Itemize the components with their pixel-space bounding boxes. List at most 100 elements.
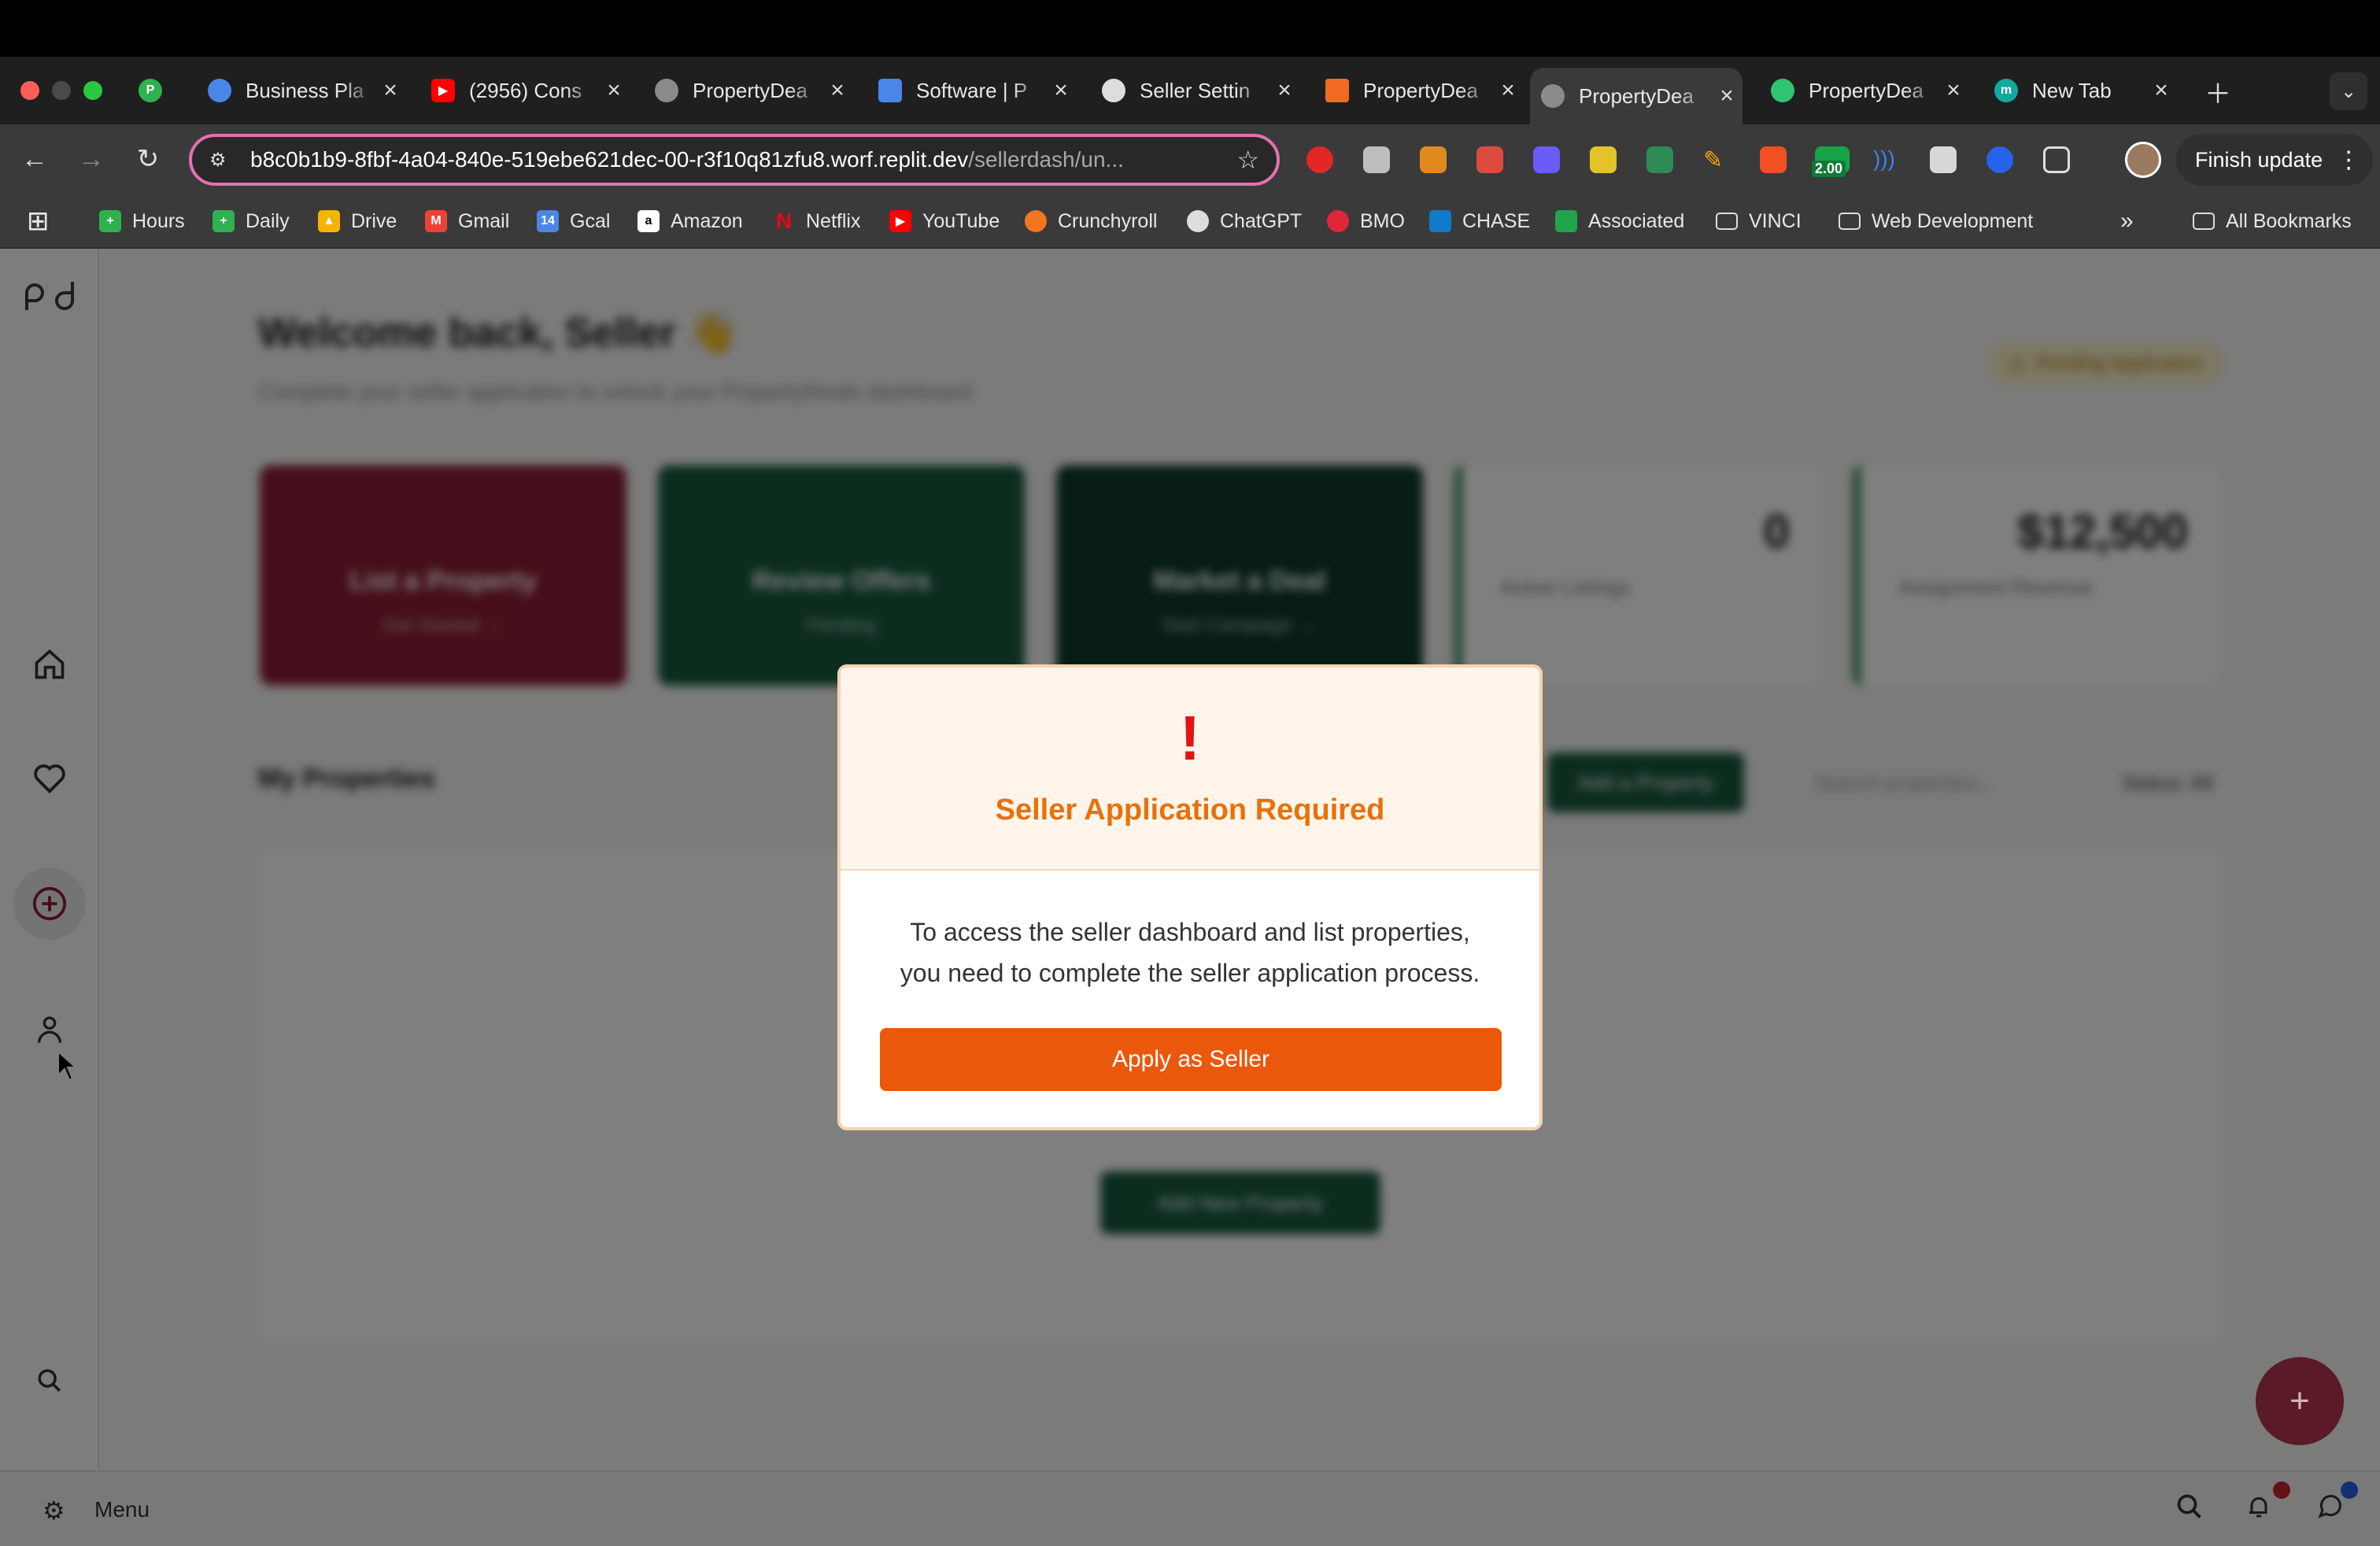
- bookmark-bmo[interactable]: BMO: [1327, 203, 1405, 239]
- pen-icon[interactable]: ✎: [1703, 146, 1730, 173]
- bookmark-folder-vinci[interactable]: VINCI: [1716, 203, 1802, 239]
- more-icon[interactable]: ⋮: [2337, 146, 2360, 174]
- tab-title: Seller Settin: [1140, 78, 1251, 102]
- crunchyroll-icon: [1025, 210, 1047, 232]
- floating-add-button[interactable]: +: [2256, 1357, 2344, 1445]
- docs-icon: [878, 79, 902, 102]
- extension-icon[interactable]: [1420, 146, 1447, 173]
- chase-icon: [1429, 210, 1451, 232]
- close-icon[interactable]: ×: [1711, 83, 1743, 109]
- close-icon[interactable]: ×: [375, 77, 406, 104]
- site-info-icon[interactable]: ⚙: [209, 149, 227, 172]
- sheets-icon: +: [213, 210, 235, 232]
- puzzle-icon[interactable]: [2043, 146, 2070, 173]
- bookmark-crunchyroll[interactable]: Crunchyroll: [1025, 203, 1157, 239]
- alert-exclamation-icon: !: [1179, 703, 1201, 773]
- modal-header: ! Seller Application Required: [841, 668, 1539, 871]
- close-icon[interactable]: ×: [1269, 77, 1300, 104]
- modal-message: To access the seller dashboard and list …: [900, 918, 1480, 987]
- reload-icon[interactable]: ↻: [129, 140, 167, 178]
- minimize-window-button[interactable]: [52, 81, 71, 100]
- bolt-icon: [1771, 79, 1794, 102]
- tab-6[interactable]: PropertyDea ×: [1314, 68, 1524, 113]
- tab-2[interactable]: ▶ (2956) Cons ×: [420, 68, 630, 113]
- more-bookmarks-icon[interactable]: »: [2120, 203, 2134, 239]
- tab-title: Business Pla: [246, 78, 364, 102]
- extension-icon[interactable]: [1986, 146, 2013, 173]
- tab-8[interactable]: PropertyDea ×: [1760, 68, 1969, 113]
- address-bar[interactable]: ⚙ b8c0b1b9-8fbf-4a04-840e-519ebe621dec-0…: [189, 134, 1280, 186]
- tab-7-active[interactable]: PropertyDea ×: [1530, 68, 1743, 124]
- amazon-icon: a: [638, 210, 660, 232]
- forward-icon[interactable]: →: [72, 140, 110, 178]
- tab-5[interactable]: Seller Settin ×: [1091, 68, 1300, 113]
- close-icon[interactable]: ×: [822, 77, 853, 104]
- close-icon[interactable]: ×: [1938, 77, 1969, 104]
- bookmark-netflix[interactable]: N Netflix: [773, 203, 861, 239]
- bmo-icon: [1327, 210, 1349, 232]
- bookmark-chatgpt[interactable]: ChatGPT: [1187, 203, 1302, 239]
- apply-as-seller-button[interactable]: Apply as Seller: [880, 1028, 1502, 1091]
- extension-icon[interactable]: [1363, 146, 1390, 173]
- tab-title: PropertyDea: [1363, 78, 1478, 102]
- wifi-icon[interactable]: ))): [1873, 146, 1900, 173]
- bookmark-chase[interactable]: CHASE: [1429, 203, 1530, 239]
- bookmark-folder-web-development[interactable]: Web Development: [1839, 203, 2033, 239]
- bookmark-star-icon[interactable]: ☆: [1236, 145, 1259, 175]
- all-bookmarks[interactable]: All Bookmarks: [2193, 203, 2352, 239]
- figma-icon: [1325, 79, 1349, 102]
- tab-title: New Tab: [2032, 78, 2112, 102]
- calendar-icon: 14: [537, 210, 559, 232]
- bookmark-amazon[interactable]: a Amazon: [638, 203, 743, 239]
- back-icon[interactable]: ←: [16, 140, 54, 178]
- extension-icon[interactable]: [1533, 146, 1560, 173]
- folder-icon: [1716, 213, 1738, 230]
- bookmark-hours[interactable]: + Hours: [99, 203, 185, 239]
- tab-4[interactable]: Software | P ×: [867, 68, 1077, 113]
- extension-icon[interactable]: [1306, 146, 1333, 173]
- extension-icon[interactable]: [1760, 146, 1787, 173]
- openai-icon: [1187, 210, 1209, 232]
- new-tab-button[interactable]: ＋: [2199, 72, 2237, 110]
- globe-icon: [1541, 84, 1565, 108]
- bookmark-daily[interactable]: + Daily: [213, 203, 290, 239]
- bookmark-gcal[interactable]: 14 Gcal: [537, 203, 610, 239]
- bookmark-gmail[interactable]: M Gmail: [425, 203, 509, 239]
- close-icon[interactable]: ×: [1492, 77, 1524, 104]
- close-icon[interactable]: ×: [2145, 77, 2177, 104]
- openai-icon: [1102, 79, 1125, 102]
- sheets-icon: +: [99, 210, 121, 232]
- bookmark-youtube[interactable]: ▶ YouTube: [889, 203, 1000, 239]
- tab-1[interactable]: Business Pla ×: [197, 68, 406, 113]
- bookmark-drive[interactable]: ▲ Drive: [318, 203, 397, 239]
- extension-icon[interactable]: [1476, 146, 1503, 173]
- tab-favicon: P: [139, 79, 162, 102]
- apps-icon[interactable]: ⊞: [27, 203, 50, 239]
- tab-3[interactable]: PropertyDea ×: [644, 68, 853, 113]
- finish-update-button[interactable]: Finish update ⋮: [2176, 134, 2373, 186]
- bookmark-associated[interactable]: Associated: [1555, 203, 1684, 239]
- folder-icon: [2193, 213, 2215, 230]
- close-icon[interactable]: ×: [598, 77, 630, 104]
- extension-icon[interactable]: [1930, 146, 1957, 173]
- folder-icon: [1839, 213, 1861, 230]
- seller-application-modal: ! Seller Application Required To access …: [837, 664, 1543, 1130]
- tab-favicon: m: [1994, 79, 2018, 102]
- url-text: b8c0b1b9-8fbf-4a04-840e-519ebe621dec-00-…: [250, 147, 1124, 172]
- tab-title: Software | P: [916, 78, 1028, 102]
- youtube-icon: ▶: [889, 210, 911, 232]
- drive-icon: ▲: [318, 210, 340, 232]
- youtube-icon: ▶: [431, 79, 455, 102]
- finish-update-label: Finish update: [2195, 147, 2323, 172]
- extension-icon[interactable]: [1646, 146, 1673, 173]
- close-window-button[interactable]: [20, 81, 39, 100]
- tab-0[interactable]: P: [128, 68, 206, 113]
- netflix-icon: N: [775, 209, 793, 233]
- tab-search-button[interactable]: ⌄: [2330, 72, 2367, 110]
- close-icon[interactable]: ×: [1045, 77, 1077, 104]
- extension-icon[interactable]: [1590, 146, 1617, 173]
- associated-icon: [1555, 210, 1577, 232]
- tab-9[interactable]: m New Tab ×: [1983, 68, 2177, 113]
- zoom-window-button[interactable]: [83, 81, 102, 100]
- profile-avatar[interactable]: [2125, 142, 2161, 178]
